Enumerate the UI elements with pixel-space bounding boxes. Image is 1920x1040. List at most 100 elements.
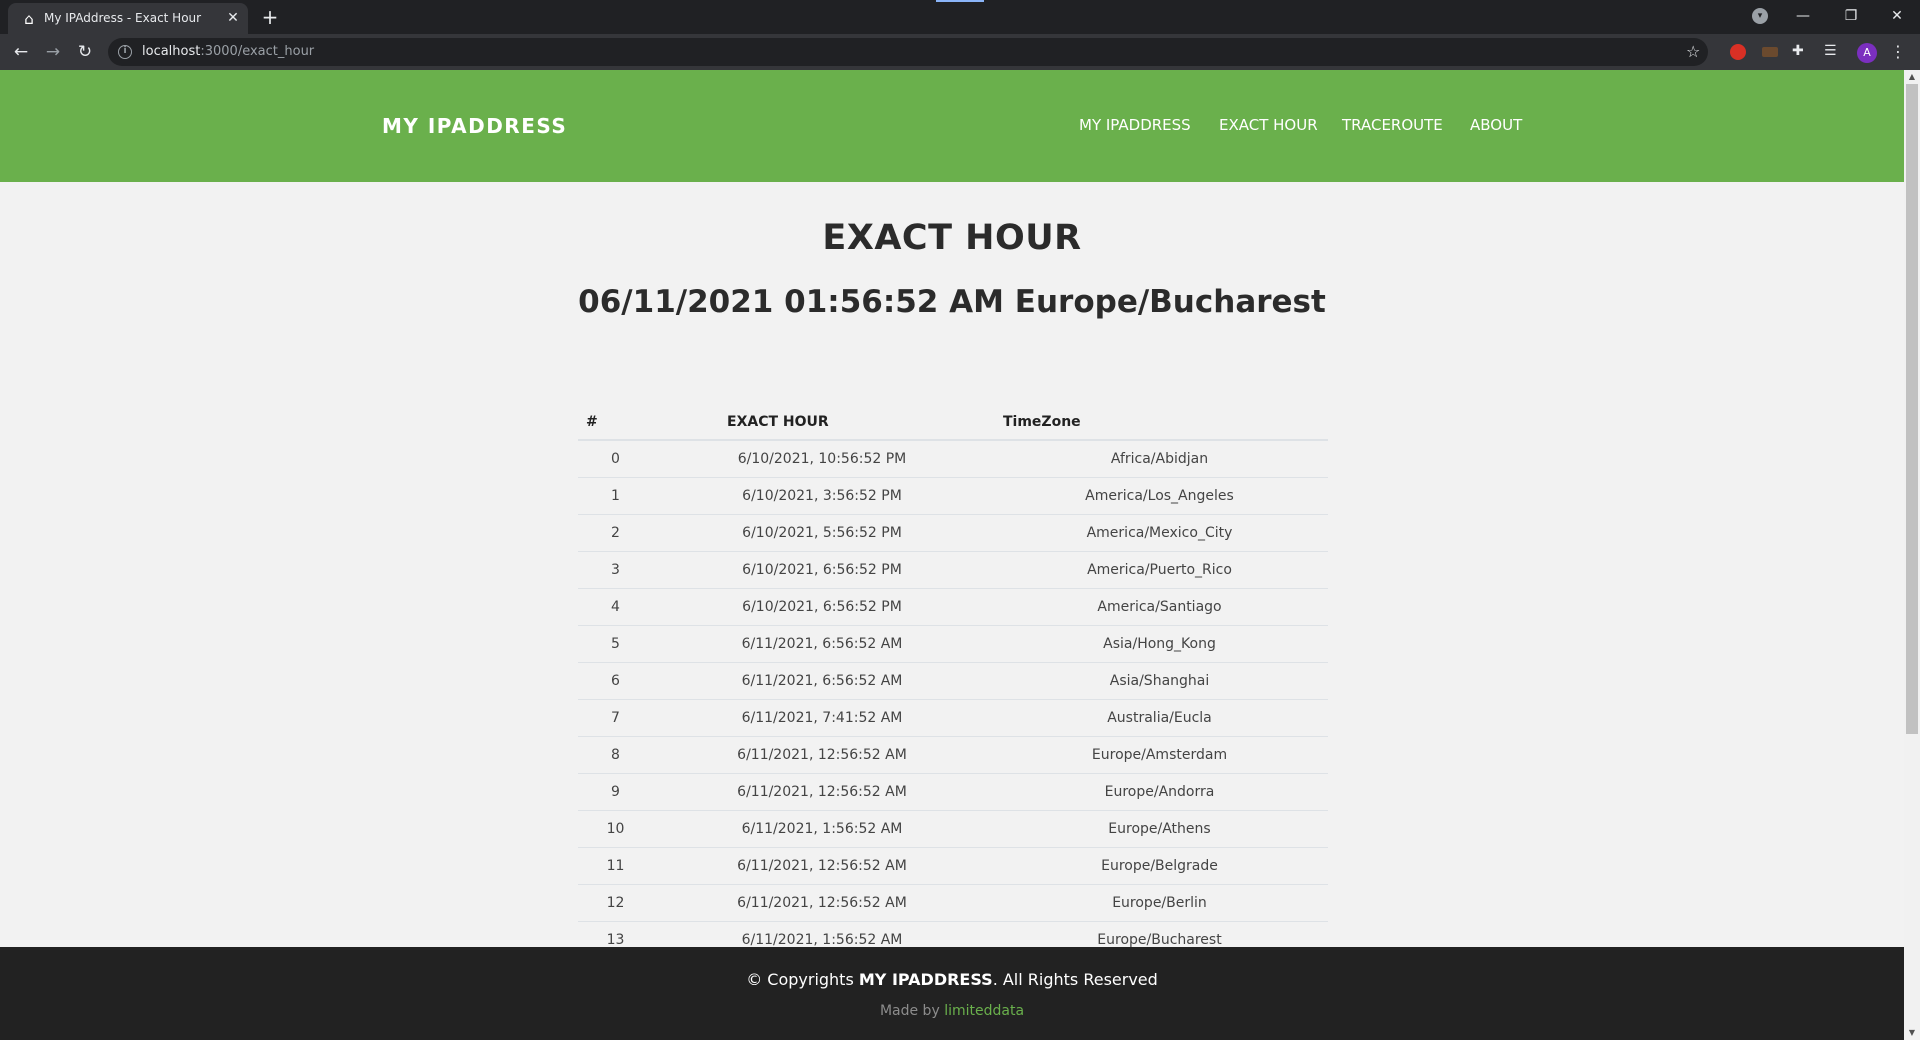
site-header: MY IPADDRESS MY IPADDRESS EXACT HOUR TRA… — [0, 70, 1904, 182]
site-brand[interactable]: MY IPADDRESS — [382, 114, 567, 138]
address-bar[interactable]: i localhost:3000/exact_hour ☆ — [108, 38, 1708, 66]
profile-avatar[interactable]: A — [1857, 43, 1877, 63]
row-exact-hour: 6/11/2021, 7:41:52 AM — [653, 699, 991, 737]
url-text[interactable]: localhost:3000/exact_hour — [142, 44, 314, 59]
browser-tab[interactable]: ⌂ My IPAddress - Exact Hour ✕ — [8, 3, 248, 34]
current-time: 06/11/2021 01:56:52 AM Europe/Bucharest — [578, 284, 1326, 320]
tab-search-icon[interactable]: ▾ — [1752, 8, 1768, 24]
row-exact-hour: 6/10/2021, 10:56:52 PM — [653, 440, 991, 478]
reload-icon[interactable]: ↻ — [73, 40, 97, 64]
info-icon[interactable]: i — [118, 45, 132, 59]
nav-about[interactable]: ABOUT — [1470, 116, 1522, 134]
scroll-thumb[interactable] — [1906, 84, 1918, 734]
row-timezone: Europe/Berlin — [991, 884, 1328, 922]
table-row: 4 6/10/2021, 6:56:52 PM America/Santiago — [578, 588, 1328, 626]
table-row: 10 6/11/2021, 1:56:52 AM Europe/Athens — [578, 810, 1328, 848]
row-exact-hour: 6/11/2021, 12:56:52 AM — [653, 884, 991, 922]
row-exact-hour: 6/11/2021, 12:56:52 AM — [653, 736, 991, 774]
copyright-text: © Copyrights MY IPADDRESS. All Rights Re… — [0, 970, 1904, 989]
row-timezone: Africa/Abidjan — [991, 440, 1328, 478]
row-index: 1 — [578, 477, 653, 515]
row-exact-hour: 6/11/2021, 12:56:52 AM — [653, 773, 991, 811]
row-timezone: America/Puerto_Rico — [991, 551, 1328, 589]
row-index: 2 — [578, 514, 653, 552]
row-timezone: Asia/Shanghai — [991, 662, 1328, 700]
row-index: 12 — [578, 884, 653, 922]
page-title: EXACT HOUR — [822, 218, 1082, 258]
table-row: 9 6/11/2021, 12:56:52 AM Europe/Andorra — [578, 773, 1328, 811]
copyright-brand: MY IPADDRESS — [858, 970, 993, 989]
table-row: 3 6/10/2021, 6:56:52 PM America/Puerto_Ric… — [578, 551, 1328, 589]
row-exact-hour: 6/10/2021, 5:56:52 PM — [653, 514, 991, 552]
row-index: 5 — [578, 625, 653, 663]
timezone-table: # EXACT HOUR TimeZone 0 6/10/2021, 10:56:… — [578, 404, 1328, 1033]
forward-icon[interactable]: → — [41, 40, 65, 64]
made-by-text: Made by limiteddata — [0, 1003, 1904, 1019]
table-row: 8 6/11/2021, 12:56:52 AM Europe/Amsterdam — [578, 736, 1328, 774]
row-index: 11 — [578, 847, 653, 885]
browser-menu-icon[interactable]: ⋮ — [1890, 42, 1906, 61]
table-row: 0 6/10/2021, 10:56:52 PM Africa/Abidjan — [578, 440, 1328, 478]
table-row: 1 6/10/2021, 3:56:52 PM America/Los_Angele… — [578, 477, 1328, 515]
extension-icon[interactable] — [1762, 47, 1778, 57]
home-icon: ⌂ — [24, 10, 34, 28]
restore-button[interactable]: ❐ — [1836, 4, 1866, 28]
table-row: 11 6/11/2021, 12:56:52 AM Europe/Belgrade — [578, 847, 1328, 885]
row-timezone: America/Los_Angeles — [991, 477, 1328, 515]
row-exact-hour: 6/11/2021, 1:56:52 AM — [653, 810, 991, 848]
row-index: 0 — [578, 440, 653, 478]
row-timezone: Europe/Andorra — [991, 773, 1328, 811]
url-path: :3000/exact_hour — [200, 44, 315, 59]
scroll-up-icon[interactable]: ▲ — [1907, 72, 1917, 82]
table-row: 5 6/11/2021, 6:56:52 AM Asia/Hong_Kong — [578, 625, 1328, 663]
bookmark-star-icon[interactable]: ☆ — [1686, 42, 1700, 61]
row-exact-hour: 6/11/2021, 6:56:52 AM — [653, 625, 991, 663]
nav-my-ipaddress[interactable]: MY IPADDRESS — [1079, 116, 1191, 134]
made-by-prefix: Made by — [879, 1003, 945, 1019]
nav-exact-hour[interactable]: EXACT HOUR — [1219, 116, 1318, 134]
row-index: 7 — [578, 699, 653, 737]
row-index: 3 — [578, 551, 653, 589]
row-timezone: Europe/Belgrade — [991, 847, 1328, 885]
nav-traceroute[interactable]: TRACEROUTE — [1342, 116, 1443, 134]
page-scrollbar[interactable]: ▲ ▼ — [1904, 70, 1920, 1040]
copyright-prefix: © Copyrights — [746, 970, 859, 989]
row-index: 4 — [578, 588, 653, 626]
table-row: 12 6/11/2021, 12:56:52 AM Europe/Berlin — [578, 884, 1328, 922]
minimize-button[interactable]: — — [1788, 4, 1818, 28]
row-timezone: Europe/Athens — [991, 810, 1328, 848]
scroll-down-icon[interactable]: ▼ — [1907, 1028, 1917, 1038]
url-host: localhost — [142, 44, 201, 59]
row-exact-hour: 6/10/2021, 3:56:52 PM — [653, 477, 991, 515]
new-tab-button[interactable]: + — [258, 6, 282, 28]
browser-toolbar: ← → ↻ i localhost:3000/exact_hour ☆ ✚ ☰ … — [0, 34, 1920, 70]
site-footer: © Copyrights MY IPADDRESS. All Rights Re… — [0, 947, 1904, 1040]
table-header-row: # EXACT HOUR TimeZone — [578, 404, 1328, 441]
row-timezone: America/Mexico_City — [991, 514, 1328, 552]
header-timezone: TimeZone — [991, 404, 1328, 441]
row-exact-hour: 6/10/2021, 6:56:52 PM — [653, 588, 991, 626]
back-icon[interactable]: ← — [9, 40, 33, 64]
adblock-extension-icon[interactable] — [1730, 44, 1746, 60]
row-index: 6 — [578, 662, 653, 700]
close-tab-icon[interactable]: ✕ — [224, 9, 242, 27]
row-timezone: Australia/Eucla — [991, 699, 1328, 737]
extensions-puzzle-icon[interactable]: ✚ — [1792, 43, 1808, 59]
media-control-icon[interactable]: ☰ — [1824, 43, 1840, 59]
made-by-link[interactable]: limiteddata — [944, 1003, 1024, 1019]
row-exact-hour: 6/10/2021, 6:56:52 PM — [653, 551, 991, 589]
table-row: 2 6/10/2021, 5:56:52 PM America/Mexico_Cit… — [578, 514, 1328, 552]
header-index: # — [578, 404, 653, 441]
copyright-suffix: . All Rights Reserved — [992, 970, 1158, 989]
row-timezone: America/Santiago — [991, 588, 1328, 626]
page-viewport: MY IPADDRESS MY IPADDRESS EXACT HOUR TRA… — [0, 70, 1904, 1040]
close-window-button[interactable]: ✕ — [1882, 4, 1912, 28]
tab-title: My IPAddress - Exact Hour — [44, 11, 202, 25]
browser-tab-bar: ⌂ My IPAddress - Exact Hour ✕ + ▾ — ❐ ✕ — [0, 0, 1920, 34]
row-index: 10 — [578, 810, 653, 848]
row-timezone: Asia/Hong_Kong — [991, 625, 1328, 663]
media-indicator — [936, 0, 984, 2]
header-exact-hour: EXACT HOUR — [653, 404, 991, 441]
row-timezone: Europe/Amsterdam — [991, 736, 1328, 774]
table-row: 6 6/11/2021, 6:56:52 AM Asia/Shanghai — [578, 662, 1328, 700]
